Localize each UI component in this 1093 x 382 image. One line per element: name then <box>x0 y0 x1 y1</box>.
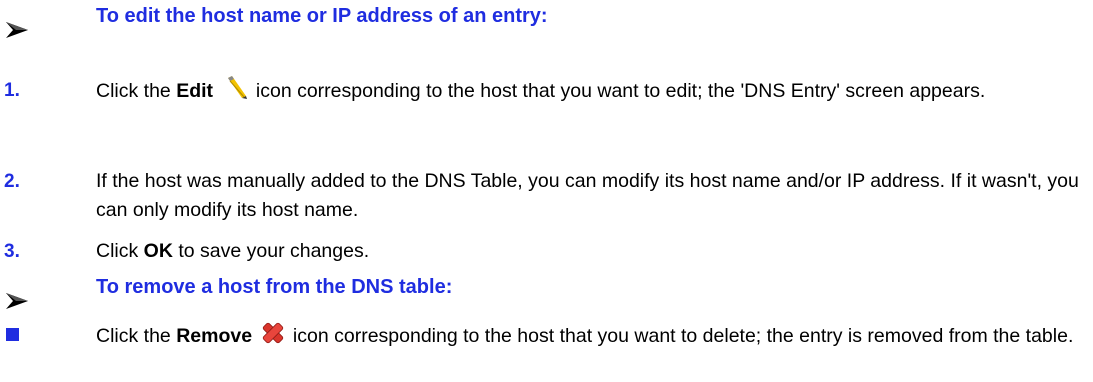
remove-item-text: Click the Remove icon corresponding to t… <box>96 321 1086 351</box>
ok-label: OK <box>143 240 173 262</box>
square-bullet-icon <box>6 328 19 341</box>
step-number: 3. <box>4 241 20 262</box>
edit-heading-text: To edit the host name or IP address of a… <box>96 4 548 27</box>
remove-heading-text: To remove a host from the DNS table: <box>96 275 453 298</box>
remove-label: Remove <box>176 325 253 347</box>
step-number: 1. <box>4 80 20 101</box>
step-number: 2. <box>4 171 20 192</box>
arrow-bullet-icon <box>6 22 28 38</box>
step-3-text: Click OK to save your changes. <box>96 240 370 262</box>
red-x-remove-icon <box>262 322 283 344</box>
pencil-edit-icon <box>228 76 248 99</box>
step-2-text: If the host was manually added to the DN… <box>96 170 1079 221</box>
arrow-bullet-icon <box>6 293 28 309</box>
edit-label: Edit <box>176 80 214 102</box>
step-1-text: Click the Edit icon corresponding to the… <box>96 76 1086 106</box>
